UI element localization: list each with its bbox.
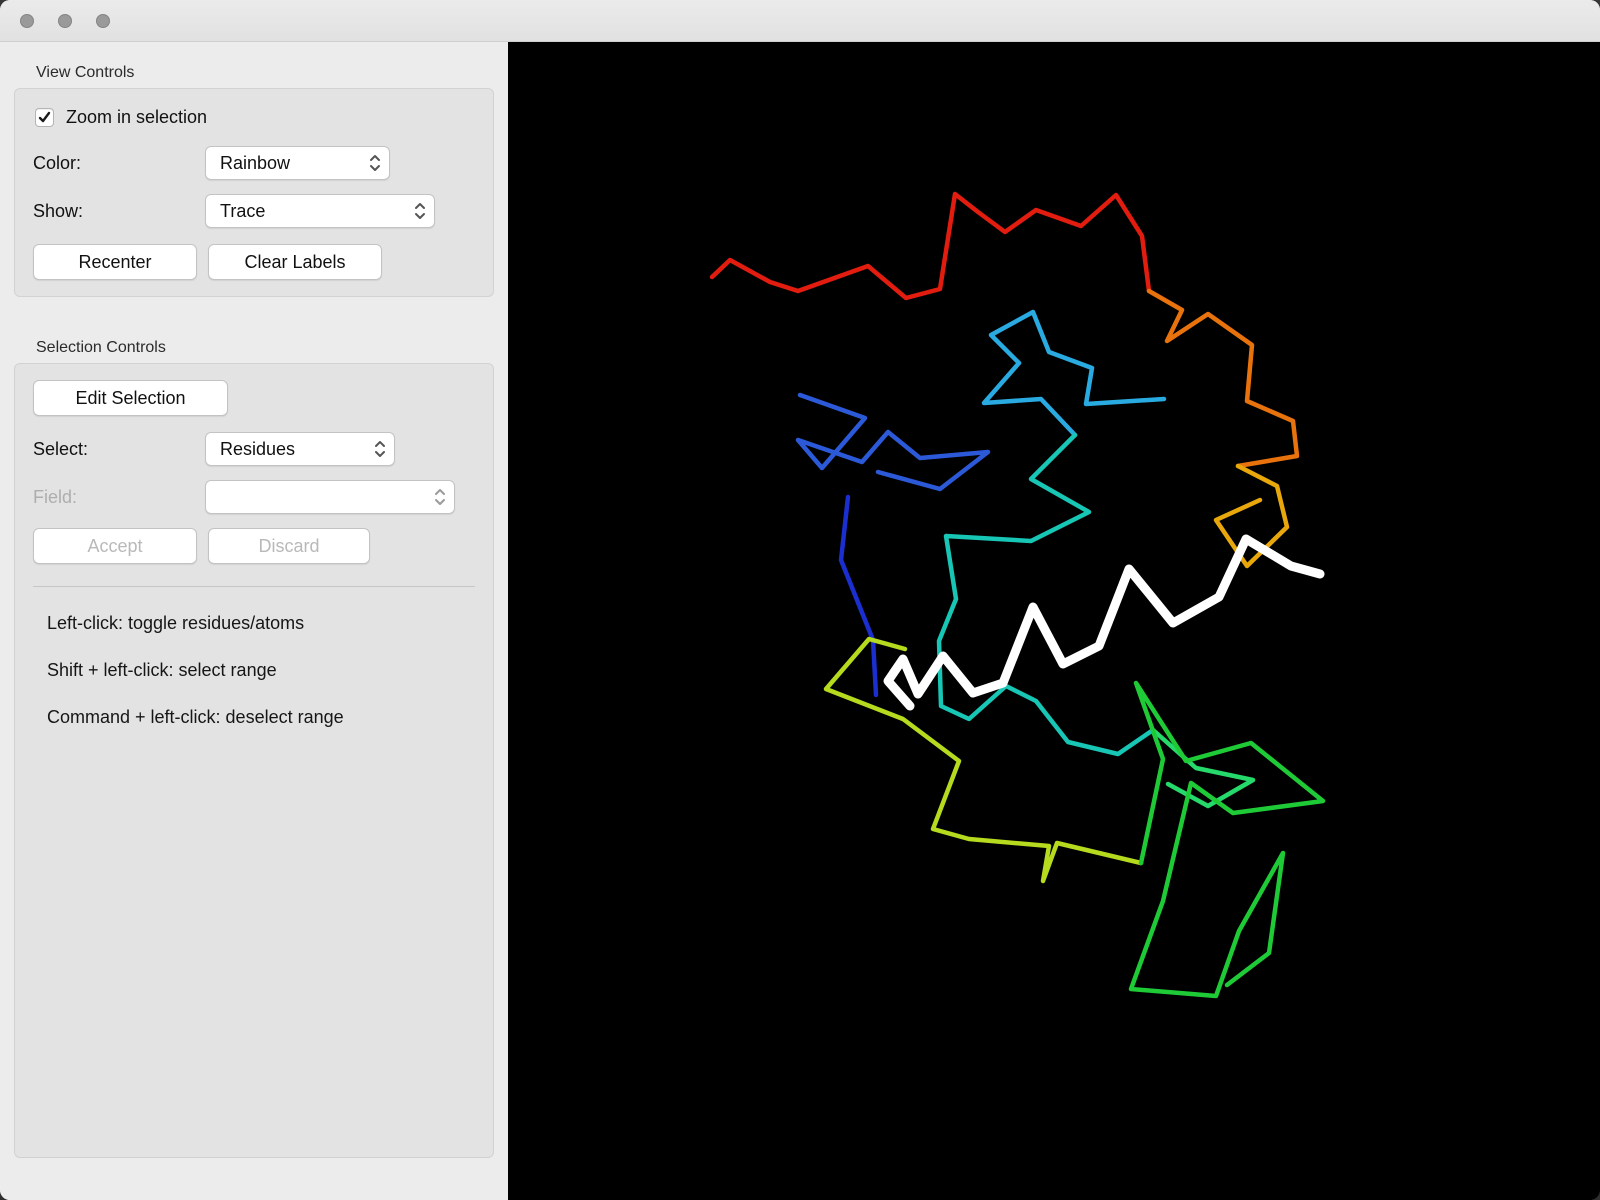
protein-trace-rendering[interactable] bbox=[508, 42, 1600, 1200]
color-dropdown[interactable]: Rainbow bbox=[205, 146, 390, 180]
minimize-button[interactable] bbox=[58, 13, 72, 28]
select-dropdown[interactable]: Residues bbox=[205, 432, 395, 466]
help-command-click: Command + left-click: deselect range bbox=[47, 707, 344, 727]
trace-segment-blue[interactable] bbox=[795, 392, 991, 492]
selection-controls-group: Edit Selection Select: Residues Field: A… bbox=[14, 363, 494, 1158]
view-controls-title: View Controls bbox=[36, 64, 135, 81]
checkbox-icon[interactable] bbox=[35, 108, 54, 127]
show-dropdown[interactable]: Trace bbox=[205, 194, 435, 228]
chevron-updown-icon bbox=[374, 439, 386, 459]
selection-buttons-row: Accept Discard bbox=[33, 528, 475, 564]
trace-segment-orange[interactable] bbox=[1146, 288, 1300, 469]
select-label: Select: bbox=[33, 438, 89, 459]
title-bar[interactable] bbox=[0, 0, 1600, 42]
trace-segment-spring-green[interactable] bbox=[1150, 727, 1256, 809]
select-dropdown-value: Residues bbox=[220, 438, 296, 459]
trace-segment-cyan-top[interactable] bbox=[981, 309, 1167, 438]
molecule-viewport[interactable] bbox=[508, 42, 1600, 1200]
show-row: Show: Trace bbox=[33, 194, 475, 228]
zoom-in-selection-checkbox[interactable]: Zoom in selection bbox=[35, 107, 475, 128]
show-label: Show: bbox=[33, 200, 84, 221]
trace-segment-gold[interactable] bbox=[1213, 463, 1290, 569]
trace-segment-red-n-terminus[interactable] bbox=[709, 191, 1152, 301]
divider bbox=[33, 586, 475, 587]
trace-segment-green-bottom[interactable] bbox=[1128, 680, 1326, 999]
chevron-updown-icon bbox=[369, 153, 381, 173]
field-dropdown bbox=[205, 480, 455, 514]
accept-button: Accept bbox=[33, 528, 197, 564]
close-button[interactable] bbox=[20, 13, 34, 28]
recenter-button[interactable]: Recenter bbox=[33, 244, 197, 280]
zoom-in-selection-label: Zoom in selection bbox=[66, 107, 208, 127]
help-shift-click: Shift + left-click: select range bbox=[47, 660, 277, 680]
chevron-updown-icon bbox=[414, 201, 426, 221]
field-label: Field: bbox=[33, 486, 78, 507]
color-label: Color: bbox=[33, 152, 82, 173]
check-icon bbox=[38, 111, 51, 123]
trace-segment-white-selection[interactable] bbox=[883, 534, 1325, 711]
view-buttons-row: Recenter Clear Labels bbox=[33, 244, 475, 280]
chevron-updown-icon bbox=[434, 487, 446, 507]
selection-controls-title: Selection Controls bbox=[36, 339, 166, 356]
edit-selection-button[interactable]: Edit Selection bbox=[33, 380, 228, 416]
help-left-click: Left-click: toggle residues/atoms bbox=[47, 613, 305, 633]
zoom-window-button[interactable] bbox=[96, 13, 110, 28]
sidebar: View Controls Zoom in selection Color: R… bbox=[0, 42, 508, 1200]
discard-button: Discard bbox=[208, 528, 370, 564]
color-dropdown-value: Rainbow bbox=[220, 152, 291, 173]
main-content: View Controls Zoom in selection Color: R… bbox=[0, 42, 1600, 1200]
show-dropdown-value: Trace bbox=[220, 200, 266, 221]
view-controls-group: Zoom in selection Color: Rainbow Show: T… bbox=[14, 88, 494, 297]
clear-labels-button[interactable]: Clear Labels bbox=[208, 244, 382, 280]
color-row: Color: Rainbow bbox=[33, 146, 475, 180]
app-window: View Controls Zoom in selection Color: R… bbox=[0, 0, 1600, 1200]
field-row: Field: bbox=[33, 480, 475, 514]
select-row: Select: Residues bbox=[33, 432, 475, 466]
